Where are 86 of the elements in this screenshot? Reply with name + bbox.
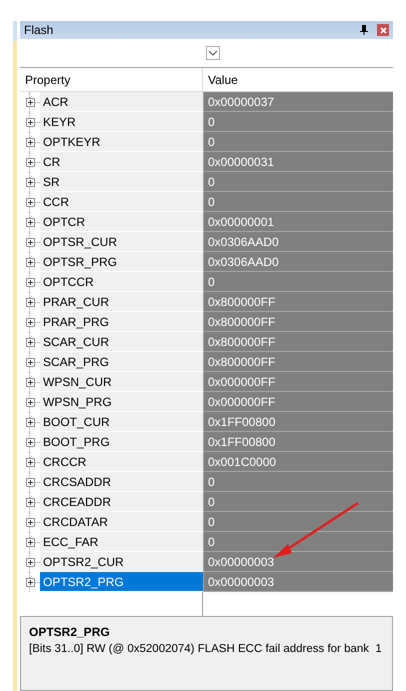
property-name[interactable]: SCAR_PRG — [40, 352, 203, 372]
property-name[interactable]: OPTKEYR — [40, 132, 203, 152]
property-name[interactable]: WPSN_PRG — [40, 392, 203, 412]
property-name[interactable]: CRCCR — [40, 452, 203, 472]
property-name[interactable]: CCR — [40, 192, 203, 212]
property-name[interactable]: PRAR_PRG — [40, 312, 203, 332]
expand-icon[interactable] — [26, 538, 34, 546]
property-name[interactable]: PRAR_CUR — [40, 292, 203, 312]
property-value[interactable]: 0 — [203, 512, 393, 532]
property-name[interactable]: OPTSR2_PRG — [40, 572, 203, 592]
column-header[interactable]: Property — [20, 68, 203, 91]
property-name[interactable]: CRCEADDR — [40, 492, 203, 512]
expand-icon[interactable] — [26, 378, 34, 386]
property-value[interactable]: 0 — [203, 192, 393, 212]
property-name[interactable]: ACR — [40, 92, 203, 112]
property-name[interactable]: OPTSR_CUR — [40, 232, 203, 252]
expand-icon[interactable] — [26, 518, 34, 526]
property-value[interactable]: 0 — [203, 532, 393, 552]
property-value[interactable]: 0 — [203, 112, 393, 132]
expand-icon[interactable] — [26, 198, 34, 206]
close-button[interactable] — [377, 24, 389, 36]
property-value[interactable]: 0x0306AAD0 — [203, 252, 393, 272]
property-value[interactable]: 0 — [203, 172, 393, 192]
pin-button[interactable] — [357, 23, 371, 37]
property-value[interactable]: 0x800000FF — [203, 332, 393, 352]
expand-icon[interactable] — [26, 298, 34, 306]
property-value[interactable]: 0 — [203, 272, 393, 292]
expand-icon[interactable] — [26, 438, 34, 446]
expand-icon[interactable] — [26, 498, 34, 506]
expand-icon[interactable] — [26, 418, 34, 426]
property-value[interactable]: 0x00000003 — [203, 552, 393, 572]
description-title: OPTSR2_PRG — [29, 625, 111, 639]
expand-icon[interactable] — [26, 138, 34, 146]
property-value[interactable]: 0x800000FF — [203, 292, 393, 312]
property-name[interactable]: KEYR — [40, 112, 203, 132]
property-value[interactable]: 0 — [203, 472, 393, 492]
property-value[interactable]: 0x1FF00800 — [203, 412, 393, 432]
expand-icon[interactable] — [26, 478, 34, 486]
expand-icon[interactable] — [26, 118, 34, 126]
expand-icon[interactable] — [26, 278, 34, 286]
property-value[interactable]: 0x00000037 — [203, 92, 393, 112]
expand-icon[interactable] — [26, 258, 34, 266]
property-name[interactable]: OPTCCR — [40, 272, 203, 292]
expand-icon[interactable] — [26, 238, 34, 246]
property-name[interactable]: ECC_FAR — [40, 532, 203, 552]
expand-icon[interactable] — [26, 178, 34, 186]
pin-icon — [360, 25, 368, 35]
property-value[interactable]: 0x800000FF — [203, 312, 393, 332]
property-value[interactable]: 0x000000FF — [203, 372, 393, 392]
expand-icon[interactable] — [26, 398, 34, 406]
dropdown-button[interactable] — [206, 46, 220, 60]
property-value[interactable]: 0x00000031 — [203, 152, 393, 172]
property-value[interactable]: 0 — [203, 492, 393, 512]
close-icon — [380, 26, 386, 34]
property-name[interactable]: CRCDATAR — [40, 512, 203, 532]
expand-icon[interactable] — [26, 338, 34, 346]
property-value[interactable]: 0x800000FF — [203, 352, 393, 372]
property-value[interactable]: 0x000000FF — [203, 392, 393, 412]
property-value[interactable]: 0x00000003 — [203, 572, 393, 592]
property-value[interactable]: 0 — [203, 132, 393, 152]
description-text: [Bits 31..0] RW (@ 0x52002074) FLASH ECC fail address for bank 1 — [29, 643, 383, 655]
property-value[interactable]: 0x1FF00800 — [203, 432, 393, 452]
property-name[interactable]: CRCSADDR — [40, 472, 203, 492]
property-name[interactable]: OPTSR_PRG — [40, 252, 203, 272]
expand-icon[interactable] — [26, 158, 34, 166]
expand-icon[interactable] — [26, 98, 34, 106]
property-value[interactable]: 0x0306AAD0 — [203, 232, 393, 252]
expand-icon[interactable] — [26, 218, 34, 226]
expand-icon[interactable] — [26, 458, 34, 466]
caret-icon — [208, 50, 218, 56]
property-name[interactable]: OPTCR — [40, 212, 203, 232]
property-value[interactable]: 0x001C0000 — [203, 452, 393, 472]
property-name[interactable]: CR — [40, 152, 203, 172]
property-name[interactable]: BOOT_CUR — [40, 412, 203, 432]
column-header[interactable]: Value — [203, 68, 393, 91]
window-title: Flash — [24, 23, 54, 37]
expand-icon[interactable] — [26, 358, 34, 366]
property-name[interactable]: SR — [40, 172, 203, 192]
expand-icon[interactable] — [26, 558, 34, 566]
property-value[interactable]: 0x00000001 — [203, 212, 393, 232]
expand-icon[interactable] — [26, 318, 34, 326]
property-name[interactable]: WPSN_CUR — [40, 372, 203, 392]
property-name[interactable]: OPTSR2_CUR — [40, 552, 203, 572]
property-name[interactable]: BOOT_PRG — [40, 432, 203, 452]
property-name[interactable]: SCAR_CUR — [40, 332, 203, 352]
expand-icon[interactable] — [26, 578, 34, 586]
